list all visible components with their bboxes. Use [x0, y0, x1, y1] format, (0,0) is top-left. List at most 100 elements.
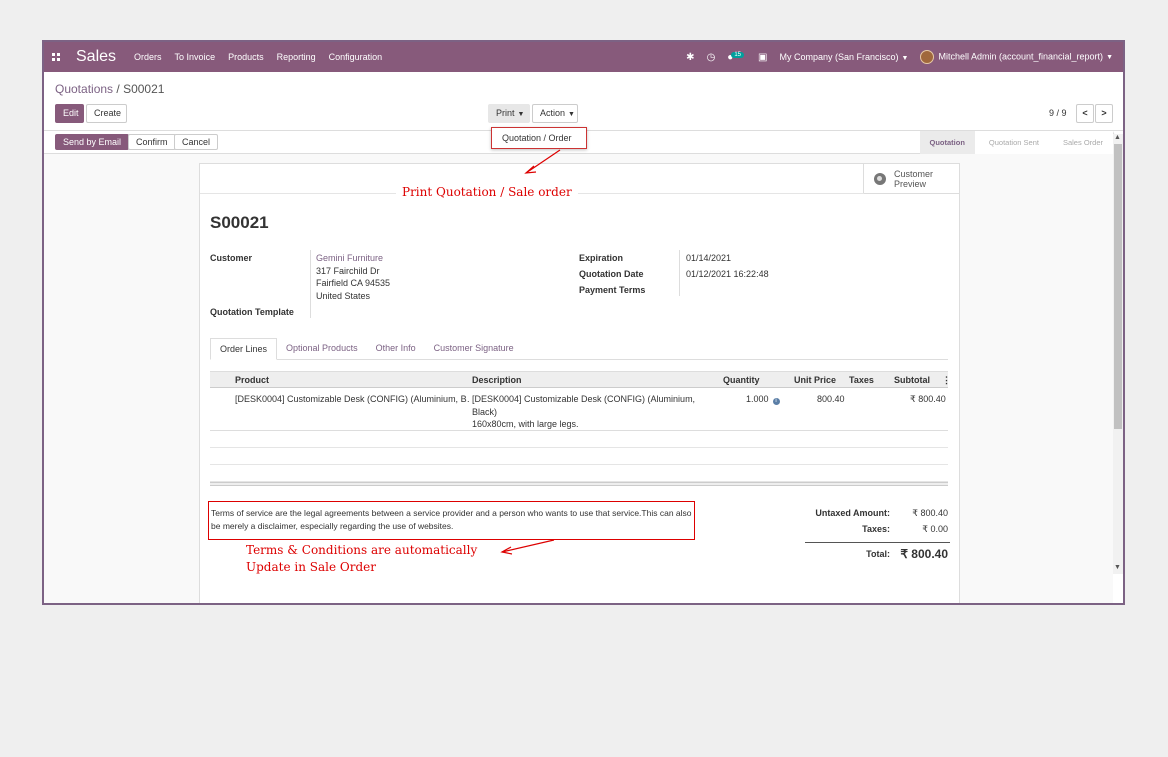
send-by-email-button[interactable]: Send by Email	[55, 134, 130, 150]
customer-preview-button[interactable]: Customer Preview	[863, 164, 959, 194]
user-name: Mitchell Admin (account_financial_report…	[938, 51, 1104, 62]
col-unit-price[interactable]: Unit Price	[794, 375, 836, 385]
customer-country: United States	[316, 290, 371, 301]
form-background: Customer Preview Print Quotation / Sale o…	[44, 154, 1113, 603]
tab-other-info[interactable]: Other Info	[367, 338, 425, 359]
customer-street: 317 Fairchild Dr	[316, 265, 380, 276]
table-row[interactable]: [DESK0004] Customizable Desk (CONFIG) (A…	[210, 388, 948, 431]
customer-link[interactable]: Gemini Furniture	[316, 253, 383, 263]
pager-previous-button[interactable]: <	[1076, 104, 1094, 123]
cancel-button[interactable]: Cancel	[174, 134, 219, 150]
user-menu[interactable]: Mitchell Admin (account_financial_report…	[920, 50, 1113, 64]
caret-down-icon: ▼	[901, 55, 909, 62]
stage-quotation-sent[interactable]: Quotation Sent	[974, 131, 1055, 154]
caret-down-icon: ▼	[1106, 54, 1113, 62]
form-sheet: Customer Preview Print Quotation / Sale o…	[199, 163, 960, 603]
stage-bar: Quotation Quotation Sent Sales Order	[919, 131, 1119, 154]
table-footer	[210, 482, 948, 486]
expiration-label: Expiration	[579, 253, 624, 263]
stage-quotation[interactable]: Quotation	[919, 131, 981, 154]
action-label: Action	[540, 108, 566, 118]
tab-order-lines[interactable]: Order Lines	[210, 338, 278, 360]
gift-icon[interactable]: ▣	[758, 52, 767, 63]
breadcrumb: Quotations / S00021	[55, 82, 164, 96]
taxes-label: Taxes:	[862, 524, 890, 534]
confirm-button[interactable]: Confirm	[128, 134, 176, 150]
tab-optional-products[interactable]: Optional Products	[277, 338, 367, 359]
breadcrumb-current: S00021	[123, 82, 165, 96]
menu-products[interactable]: Products	[228, 52, 264, 62]
terms-annotation: Terms & Conditions are automatically Upd…	[246, 543, 478, 574]
customer-preview-label: Customer Preview	[894, 168, 934, 189]
order-name: S00021	[210, 213, 269, 232]
line-description: [DESK0004] Customizable Desk (CONFIG) (A…	[472, 394, 696, 429]
bug-icon[interactable]: ✱	[686, 52, 694, 63]
untaxed-amount-row: Untaxed Amount: ₹ 800.40	[800, 508, 950, 524]
action-button[interactable]: Action ▼	[532, 104, 578, 123]
stage-sales-order[interactable]: Sales Order	[1048, 131, 1119, 154]
top-navbar: Sales Orders To Invoice Products Reporti…	[44, 42, 1123, 72]
column-options-icon[interactable]: ⋮	[942, 375, 951, 386]
col-product[interactable]: Product	[235, 375, 269, 385]
pager-next-button[interactable]: >	[1095, 104, 1113, 123]
total-row: Total: ₹ 800.40	[800, 547, 950, 563]
divider	[805, 542, 950, 543]
edit-button[interactable]: Edit	[55, 104, 84, 123]
totals-summary: Untaxed Amount: ₹ 800.40 Taxes: ₹ 0.00 T…	[800, 508, 950, 563]
create-button[interactable]: Create	[86, 104, 127, 123]
payment-terms-label: Payment Terms	[579, 285, 646, 295]
chat-icon[interactable]: ●15	[727, 51, 746, 63]
scroll-up-icon[interactable]: ▲	[1114, 134, 1121, 141]
company-switcher[interactable]: My Company (San Francisco) ▼	[779, 52, 908, 62]
untaxed-amount-label: Untaxed Amount:	[815, 508, 890, 518]
print-annotation: Print Quotation / Sale order	[396, 185, 578, 199]
field-divider	[310, 250, 311, 318]
print-dropdown-menu: Quotation / Order	[491, 127, 587, 149]
chat-count-badge: 15	[731, 51, 745, 58]
print-label: Print	[496, 108, 515, 118]
menu-reporting[interactable]: Reporting	[277, 52, 316, 62]
taxes-value: ₹ 0.00	[922, 524, 948, 534]
customer-label: Customer	[210, 253, 253, 263]
print-button[interactable]: Print ▼	[488, 104, 530, 123]
terms-and-conditions[interactable]: Terms of service are the legal agreement…	[208, 501, 695, 540]
table-header: Product Description Quantity Unit Price …	[210, 371, 951, 388]
notebook-tabs: Order Lines Optional Products Other Info…	[210, 338, 948, 360]
expiration-value[interactable]: 01/14/2021	[686, 252, 731, 265]
line-subtotal: ₹ 800.40	[910, 394, 946, 404]
col-quantity[interactable]: Quantity	[723, 375, 760, 385]
quotation-template-label: Quotation Template	[210, 307, 294, 317]
app-name[interactable]: Sales	[76, 48, 116, 66]
tab-customer-signature[interactable]: Customer Signature	[425, 338, 523, 359]
empty-row	[210, 431, 948, 448]
info-icon[interactable]: i	[772, 398, 780, 405]
order-lines-table: Product Description Quantity Unit Price …	[210, 371, 951, 486]
col-subtotal[interactable]: Subtotal	[894, 375, 930, 385]
menu-to-invoice[interactable]: To Invoice	[175, 52, 216, 62]
app-window: Sales Orders To Invoice Products Reporti…	[42, 40, 1125, 605]
breadcrumb-quotations[interactable]: Quotations	[55, 82, 113, 96]
globe-icon	[874, 172, 886, 185]
field-divider	[679, 250, 680, 296]
line-quantity: 1.000 i	[746, 393, 780, 406]
clock-icon[interactable]: ◷	[707, 52, 716, 63]
apps-menu-icon[interactable]	[52, 53, 60, 61]
pager-value[interactable]: 9 / 9	[1049, 108, 1067, 118]
customer-city: Fairfield CA 94535	[316, 278, 391, 288]
menu-orders[interactable]: Orders	[134, 52, 162, 62]
caret-down-icon: ▼	[517, 111, 525, 118]
scroll-thumb[interactable]	[1114, 144, 1122, 429]
menu-configuration[interactable]: Configuration	[329, 52, 383, 62]
taxes-row: Taxes: ₹ 0.00	[800, 524, 950, 540]
col-taxes[interactable]: Taxes	[849, 375, 874, 385]
empty-row	[210, 448, 948, 465]
scroll-down-icon[interactable]: ▼	[1114, 564, 1121, 571]
quotation-date-value[interactable]: 01/12/2021 16:22:48	[686, 268, 769, 281]
avatar	[920, 50, 935, 64]
company-name: My Company (San Francisco)	[779, 52, 899, 62]
scrollbar[interactable]: ▲ ▼	[1113, 134, 1123, 574]
print-quotation-order-item[interactable]: Quotation / Order	[492, 128, 586, 143]
quotation-date-label: Quotation Date	[579, 269, 644, 279]
col-description[interactable]: Description	[472, 375, 522, 385]
total-label: Total:	[866, 549, 890, 559]
